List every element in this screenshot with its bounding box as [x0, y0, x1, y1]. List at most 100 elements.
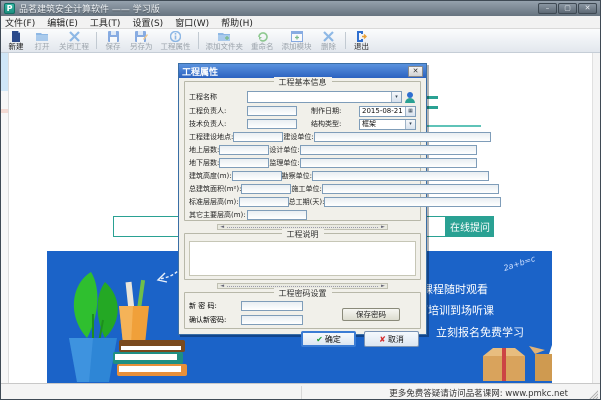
menu-tools[interactable]: 工具(T) [90, 16, 121, 29]
new-project-button[interactable]: 新建 [3, 30, 29, 51]
properties-info-icon [170, 31, 181, 42]
statusbar-text: 更多免费答疑请访问品茗课网: www.pmkc.net [389, 387, 568, 399]
other-floor-height-input[interactable] [247, 210, 307, 220]
project-name-label: 工程名称 [189, 92, 247, 102]
splitter-right-arrow-icon: ► [381, 224, 385, 230]
project-manager-label: 工程负责人: [189, 106, 247, 116]
menu-window[interactable]: 窗口(W) [175, 16, 209, 29]
maximize-button[interactable]: ▢ [558, 3, 577, 14]
password-group: 工程密码设置 新 密 码: 确认新密码: 保存密码 [184, 292, 421, 329]
save-as-button[interactable]: 另存为 [126, 30, 157, 51]
save-password-button[interactable]: 保存密码 [342, 308, 400, 321]
contractor-unit-label: 施工单位: [291, 184, 321, 194]
add-module-button[interactable]: 添加模块 [278, 30, 316, 51]
project-properties-button[interactable]: 工程属性 [157, 30, 195, 51]
right-scrollbar[interactable] [592, 53, 600, 383]
creation-date-label: 制作日期: [311, 106, 359, 116]
dialog-close-button[interactable]: ✕ [408, 66, 423, 77]
save-floppy-icon [108, 31, 119, 42]
standard-floor-height-label: 标准层层高(m): [189, 197, 239, 207]
banner-formula: 2a+b=c [502, 254, 536, 273]
project-tree-panel-edge [1, 53, 9, 383]
banner-line-1: 课程随时观看 [422, 281, 488, 297]
cardboard-boxes-illustration [479, 344, 552, 382]
window-title: 品茗建筑安全计算软件 —— 学习版 [19, 2, 538, 15]
floors-above-label: 地上层数: [189, 145, 219, 155]
description-group-title: 工程说明 [282, 229, 324, 240]
toolbar-separator [345, 32, 346, 49]
building-height-input[interactable] [232, 171, 282, 181]
minimize-button[interactable]: – [538, 3, 557, 14]
total-area-label: 总建筑面积(m²): [189, 184, 241, 194]
add-folder-button[interactable]: 添加文件夹 [202, 30, 248, 51]
toolbar-separator [96, 32, 97, 49]
design-unit-input[interactable] [300, 145, 477, 155]
rename-button[interactable]: 重命名 [247, 30, 278, 51]
supervision-unit-input[interactable] [300, 158, 477, 168]
structure-type-label: 结构类型: [311, 119, 359, 129]
menu-help[interactable]: 帮助(H) [221, 16, 253, 29]
delete-x-icon [323, 31, 334, 42]
building-height-label: 建筑高度(m): [189, 171, 232, 181]
add-folder-icon [218, 31, 231, 42]
save-as-floppy-icon [135, 31, 148, 42]
add-module-icon [291, 31, 303, 42]
app-window: P 品茗建筑安全计算软件 —— 学习版 – ▢ ✕ 文件(F) 编辑(E) 工具… [0, 0, 601, 400]
main-content: 在线提问 [1, 53, 600, 383]
exit-button[interactable]: 退出 [349, 30, 375, 51]
online-ask-button[interactable]: 在线提问 [446, 216, 494, 237]
creation-date-field[interactable]: 2015-08-21 ▦ [359, 106, 416, 117]
floors-above-input[interactable] [219, 145, 269, 155]
menu-settings[interactable]: 设置(S) [132, 16, 163, 29]
check-icon: ✔ [316, 335, 323, 344]
calendar-icon[interactable]: ▦ [405, 107, 415, 116]
project-name-combobox[interactable]: ▾ [247, 91, 402, 103]
project-manager-input[interactable] [247, 106, 297, 116]
construction-unit-input[interactable] [314, 132, 491, 142]
password-group-title: 工程密码设置 [274, 288, 332, 299]
description-group: 工程说明 [184, 233, 421, 280]
resize-grip[interactable] [587, 388, 598, 399]
contractor-unit-input[interactable] [322, 184, 499, 194]
close-project-button[interactable]: 关闭工程 [55, 30, 93, 51]
combobox-dropdown-icon[interactable]: ▾ [391, 92, 401, 102]
structure-type-select[interactable]: 框架 ▾ [359, 119, 416, 130]
cancel-button[interactable]: ✘ 取消 [364, 331, 419, 347]
total-duration-input[interactable] [324, 197, 501, 207]
statusbar: 更多免费答疑请访问品茗课网: www.pmkc.net [1, 383, 600, 400]
technical-manager-input[interactable] [247, 119, 297, 129]
exit-icon [356, 31, 368, 42]
close-button[interactable]: ✕ [578, 3, 597, 14]
project-name-helper-icon[interactable] [404, 91, 416, 103]
confirm-password-input[interactable] [241, 315, 303, 325]
survey-unit-input[interactable] [312, 171, 489, 181]
construction-unit-label: 建设单位: [283, 132, 313, 142]
titlebar: P 品茗建筑安全计算软件 —— 学习版 – ▢ ✕ [1, 1, 600, 16]
statusbar-separator [301, 386, 302, 399]
new-password-input[interactable] [241, 301, 303, 311]
total-area-input[interactable] [241, 184, 291, 194]
cross-icon: ✘ [379, 335, 386, 344]
menu-file[interactable]: 文件(F) [5, 16, 35, 29]
menu-edit[interactable]: 编辑(E) [47, 16, 78, 29]
floors-below-label: 地下层数: [189, 158, 219, 168]
basic-info-group: 工程基本信息 工程名称 ▾ 工程负责人: [184, 81, 421, 221]
open-project-button[interactable]: 打开 [29, 30, 55, 51]
floors-below-input[interactable] [219, 158, 269, 168]
save-button[interactable]: 保存 [100, 30, 126, 51]
toolbar-separator [198, 32, 199, 49]
splitter-left-arrow-icon: ◄ [220, 224, 224, 230]
toolbar: 新建 打开 关闭工程 保存 另存为 工程属性 添加文件夹 [1, 29, 600, 53]
standard-floor-height-input[interactable] [239, 197, 289, 207]
confirm-password-label: 确认新密码: [189, 315, 241, 325]
ok-button[interactable]: ✔ 确定 [301, 331, 356, 347]
construction-site-input[interactable] [233, 132, 283, 142]
open-folder-icon [36, 31, 49, 42]
delete-button[interactable]: 删除 [316, 30, 342, 51]
project-description-textarea[interactable] [189, 241, 416, 276]
splitter-right-arrow-icon: ► [381, 283, 385, 289]
select-dropdown-icon[interactable]: ▾ [405, 120, 415, 129]
new-password-label: 新 密 码: [189, 301, 241, 311]
project-properties-dialog: 工程属性 ✕ 工程基本信息 工程名称 ▾ [178, 63, 427, 335]
design-unit-label: 设计单位: [269, 145, 299, 155]
